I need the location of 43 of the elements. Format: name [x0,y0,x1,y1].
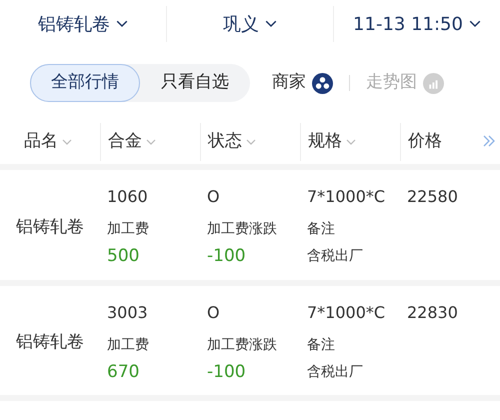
chevron-icon [116,20,128,28]
merchant-button[interactable]: 商家 [272,70,333,96]
chevron-icon [62,139,72,145]
column-header[interactable]: 状态 [200,123,300,161]
table-cell-text: 22580 [406,186,459,208]
fee-value: 670 [106,360,140,384]
change-value: -100 [206,360,247,384]
dropdown-button[interactable]: 11-13 11:50 [334,10,500,38]
table-cell-text: O [206,302,221,324]
dropdown-button[interactable]: 铝铸轧卷 [0,10,166,38]
product-name: 铝铸轧卷 [15,331,85,354]
change-value: -100 [206,245,247,268]
double-chevron-icon[interactable] [482,134,496,148]
note-value: 含税出厂 [306,362,364,382]
filter-tab[interactable]: 只看自选 [140,64,250,102]
product-name: 铝铸轧卷 [15,216,85,238]
table-cell-text: O [206,186,221,208]
group-icon [312,72,333,94]
column-header: 价格 [400,123,500,161]
table-cell-text: 7*1000*C [306,186,386,208]
table-cell-text: 1060 [106,186,149,208]
field-label: 加工费 [106,336,150,354]
table-cell-text: 3003 [106,302,149,324]
note-value: 含税出厂 [306,247,364,266]
chevron-icon [265,20,277,28]
dropdown-button[interactable]: 巩义 [167,10,333,38]
table-cell-text: 7*1000*C [306,302,386,324]
field-label: 加工费涨跌 [206,336,278,354]
chevron-icon [246,139,256,145]
field-label: 加工费涨跌 [206,220,278,239]
column-header[interactable]: 规格 [300,123,400,161]
chevron-icon [346,139,356,145]
filter-tab[interactable]: 全部行情 [30,64,140,102]
table-cell-text: 22830 [406,302,459,324]
field-label: 备注 [306,336,336,354]
fee-value: 500 [106,245,140,268]
bar-chart-icon [423,72,444,94]
column-header[interactable]: 品名 [0,123,100,161]
column-header[interactable]: 合金 [100,123,200,161]
field-label: 加工费 [106,220,150,239]
field-label: 备注 [306,220,336,239]
chevron-icon [146,139,156,145]
chevron-icon [468,20,481,28]
